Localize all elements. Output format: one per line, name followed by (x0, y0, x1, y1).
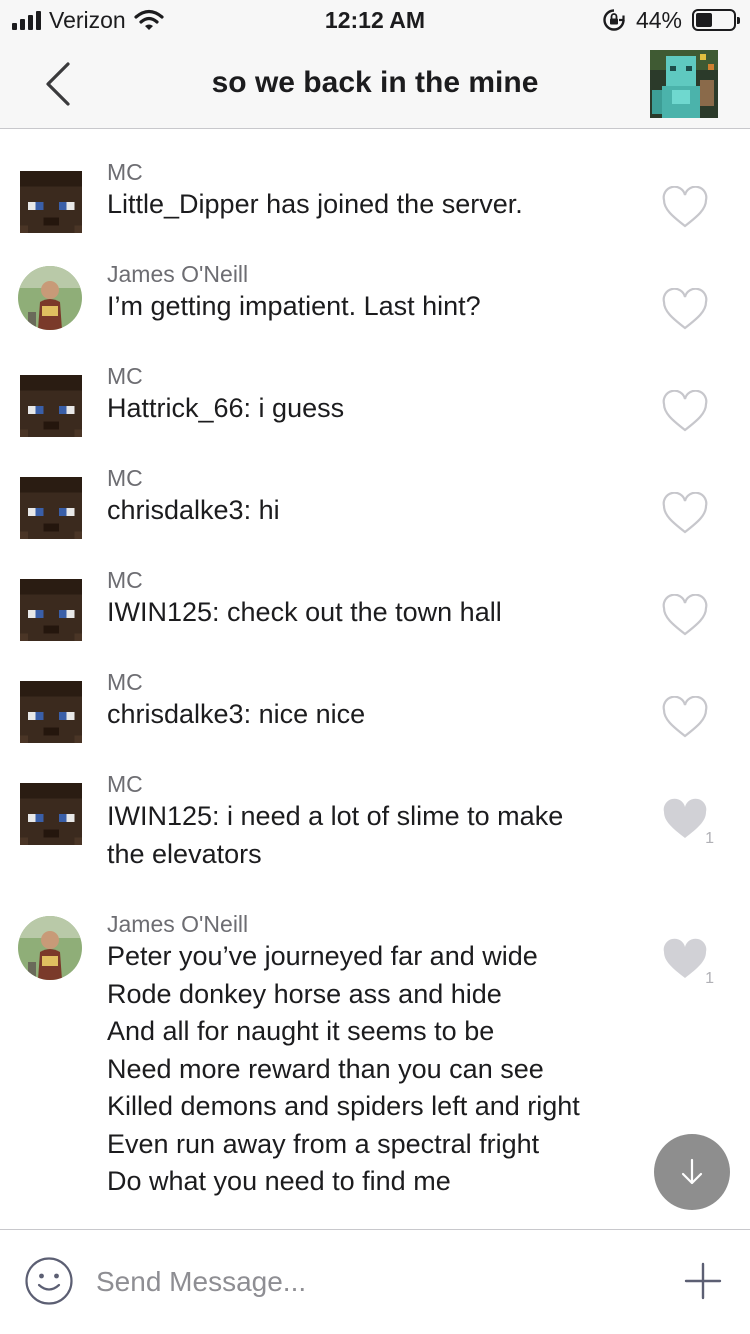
minecraft-character-avatar (650, 50, 718, 118)
message-text: Peter you’ve journeyed far and wide Rode… (107, 941, 580, 1196)
message-row: MC Hattrick_66: i guess (0, 362, 750, 437)
chevron-left-icon (46, 62, 70, 106)
message-row: MC chrisdalke3: hi (0, 464, 750, 539)
sender-name: MC (107, 465, 143, 491)
heart-outline-icon (662, 389, 708, 432)
sender-avatar[interactable] (20, 579, 82, 641)
message-row: James O'Neill Peter you’ve journeyed far … (0, 910, 750, 1201)
message-text: Hattrick_66: i guess (107, 393, 345, 423)
back-button[interactable] (36, 58, 86, 110)
sender-avatar[interactable] (20, 375, 82, 437)
like-button[interactable] (660, 695, 710, 740)
like-button[interactable] (660, 798, 710, 842)
message-text: chrisdalke3: hi (107, 495, 280, 525)
message-text: Little_Dipper has joined the server. (107, 189, 523, 219)
rotation-lock-icon (603, 9, 625, 31)
add-attachment-button[interactable] (684, 1262, 722, 1300)
heart-filled-icon (663, 938, 707, 978)
message-text: chrisdalke3: nice nice (107, 699, 366, 729)
sender-name: James O'Neill (107, 261, 249, 287)
sender-name: MC (107, 159, 143, 185)
status-bar: Verizon 12:12 AM 44% (0, 0, 750, 40)
like-button[interactable] (660, 185, 710, 230)
sender-name: MC (107, 771, 143, 797)
plus-icon (684, 1262, 722, 1300)
sender-avatar[interactable] (20, 171, 82, 233)
sender-avatar[interactable] (18, 266, 82, 330)
message-input[interactable] (96, 1260, 636, 1304)
sender-name: James O'Neill (107, 911, 249, 937)
message-text: I’m getting impatient. Last hint? (107, 291, 481, 321)
message-composer (0, 1229, 750, 1334)
sender-name: MC (107, 567, 143, 593)
battery-icon (692, 9, 740, 31)
scroll-to-bottom-button[interactable] (654, 1134, 730, 1210)
heart-filled-icon (663, 798, 707, 838)
like-button[interactable] (660, 938, 710, 982)
heart-outline-icon (662, 185, 708, 228)
message-row: MC IWIN125: i need a lot of slime to make… (0, 770, 750, 873)
message-row: MC chrisdalke3: nice nice (0, 668, 750, 743)
message-text: IWIN125: i need a lot of slime to make t… (107, 801, 564, 869)
message-row: MC IWIN125: check out the town hall (0, 566, 750, 641)
group-avatar[interactable] (650, 50, 718, 118)
like-button[interactable] (660, 491, 710, 536)
sender-avatar[interactable] (20, 681, 82, 743)
smiley-icon (25, 1257, 73, 1305)
chat-header: so we back in the mine (0, 40, 750, 129)
sender-avatar[interactable] (18, 916, 82, 980)
chat-title: so we back in the mine (211, 66, 539, 99)
message-list[interactable]: MC Little_Dipper has joined the server. Ja… (0, 130, 750, 1229)
heart-outline-icon (662, 287, 708, 330)
like-button[interactable] (660, 593, 710, 638)
emoji-button[interactable] (24, 1256, 74, 1306)
status-right: 44% (602, 6, 740, 34)
heart-outline-icon (662, 491, 708, 534)
sender-avatar[interactable] (20, 783, 82, 845)
message-row: James O'Neill I’m getting impatient. Last… (0, 260, 750, 330)
sender-name: MC (107, 669, 143, 695)
message-row: MC Little_Dipper has joined the server. (0, 158, 750, 233)
like-count: 1 (705, 970, 714, 987)
heart-outline-icon (662, 593, 708, 636)
message-text: IWIN125: check out the town hall (107, 597, 502, 627)
sender-name: MC (107, 363, 143, 389)
arrow-down-icon (681, 1158, 703, 1185)
heart-outline-icon (662, 695, 708, 738)
sender-avatar[interactable] (20, 477, 82, 539)
like-button[interactable] (660, 389, 710, 434)
battery-percent: 44% (635, 6, 682, 33)
like-count: 1 (705, 830, 714, 847)
like-button[interactable] (660, 287, 710, 332)
